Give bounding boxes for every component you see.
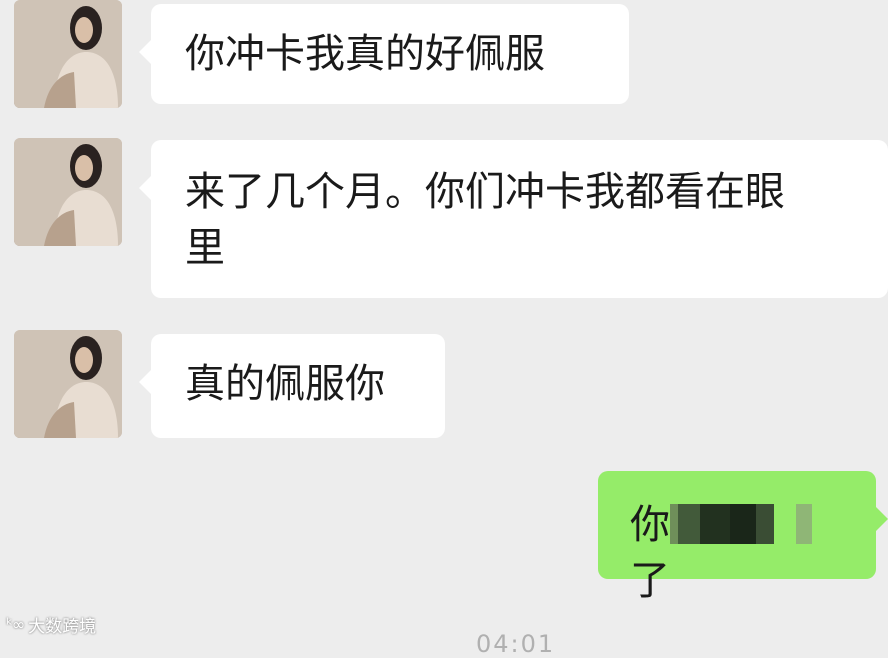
message-text-line: 来了几个月。你们冲卡我都看在眼 (185, 169, 785, 215)
message-bubble-incoming[interactable]: 来了几个月。你们冲卡我都看在眼 里 (139, 140, 888, 298)
message-timestamp: 04:01 (476, 630, 556, 658)
message-bubble-outgoing[interactable]: 你了 (598, 471, 888, 604)
message-text-line: 里 (185, 225, 225, 271)
watermark: ᵏ∞ 大数跨境 (6, 612, 96, 637)
redacted-mosaic (670, 503, 812, 544)
message-text-end: 了 (630, 558, 670, 604)
message-bubble-incoming[interactable]: 你冲卡我真的好佩服 (139, 4, 629, 104)
message-text-start: 你 (630, 502, 670, 548)
message-bubble-incoming[interactable]: 真的佩服你 (139, 334, 445, 438)
avatar-photo-icon (14, 138, 122, 246)
contact-avatar[interactable] (14, 0, 122, 108)
watermark-logo: ᵏ∞ (6, 615, 25, 634)
message-text: 你冲卡我真的好佩服 (185, 31, 545, 77)
avatar-photo-icon (14, 0, 122, 108)
chat-window: 你冲卡我真的好佩服 来了几个月。你们冲卡我都看在眼 里 真的佩服你 你了 ᵏ∞ … (0, 0, 888, 658)
avatar-photo-icon (14, 330, 122, 438)
contact-avatar[interactable] (14, 330, 122, 438)
contact-avatar[interactable] (14, 138, 122, 246)
message-text: 真的佩服你 (185, 361, 385, 407)
watermark-text: 大数跨境 (28, 617, 97, 637)
